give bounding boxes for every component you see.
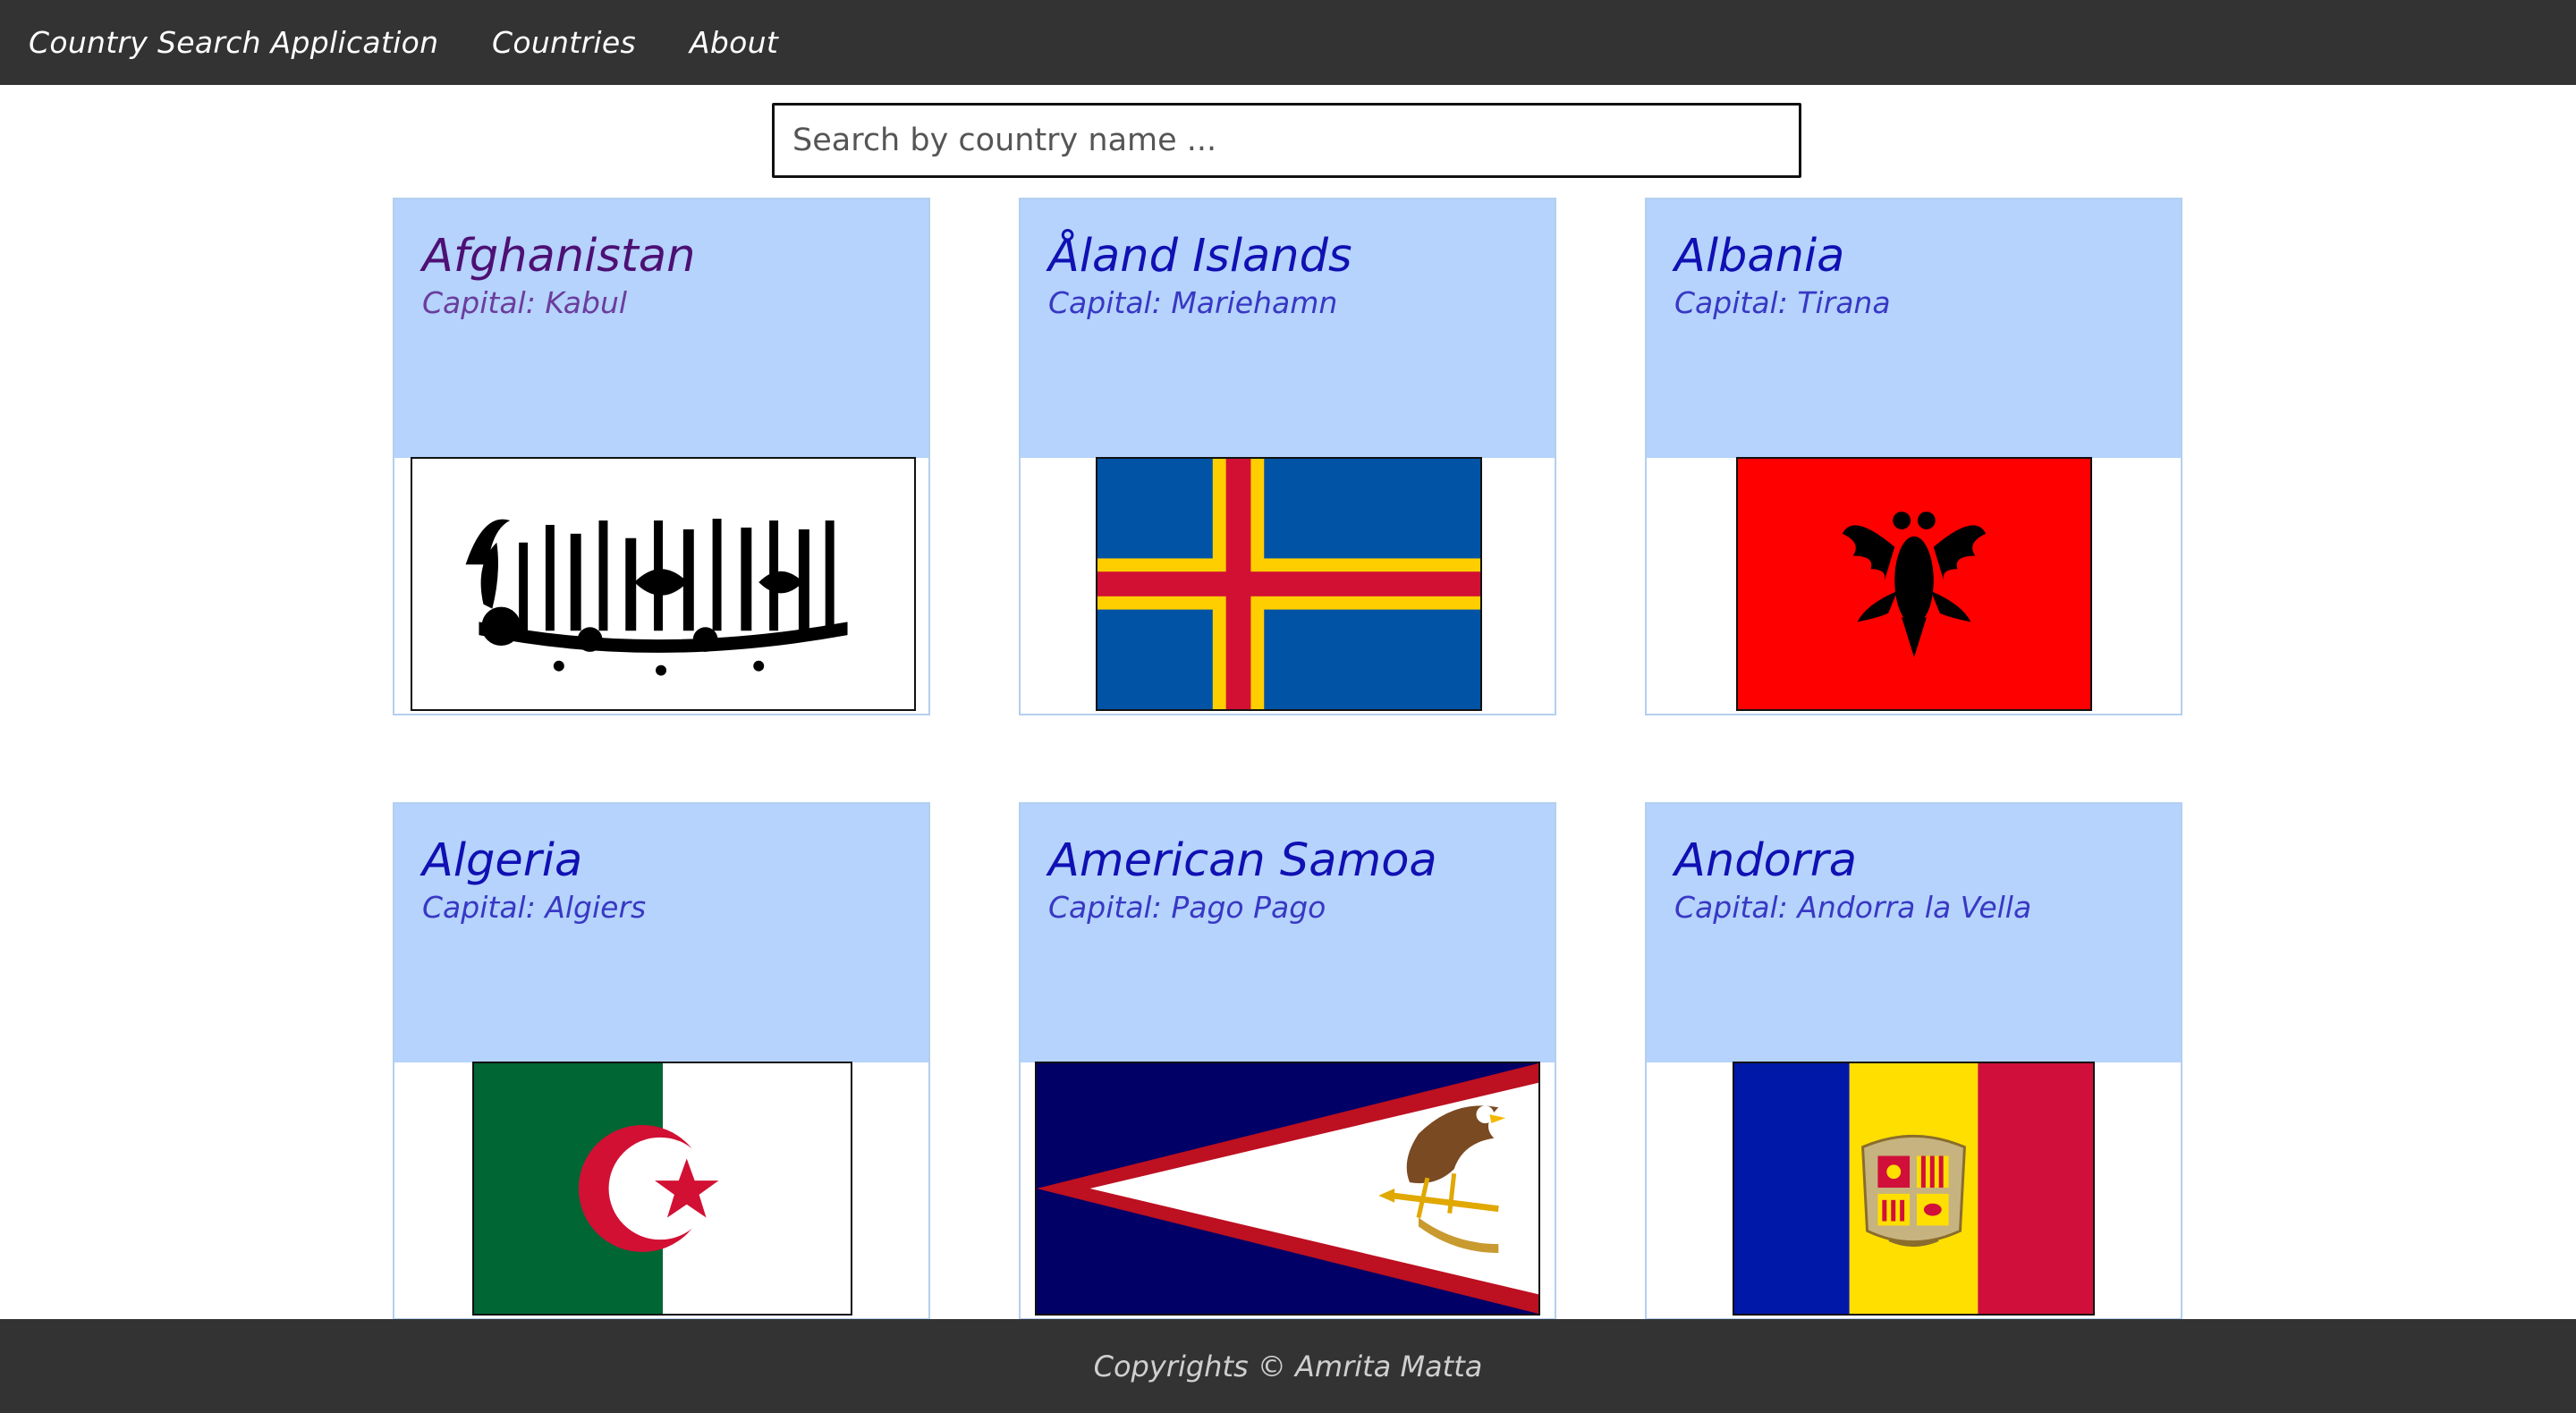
- country-capital: Capital: Tirana: [1674, 285, 1891, 320]
- country-capital: Capital: Kabul: [422, 285, 628, 320]
- card-header: Afghanistan Capital: Kabul: [394, 199, 928, 458]
- country-capital: Capital: Mariehamn: [1048, 285, 1338, 320]
- country-card-american-samoa[interactable]: American Samoa Capital: Pago Pago: [1019, 802, 1556, 1320]
- card-header: Albania Capital: Tirana: [1647, 199, 2181, 458]
- search-input[interactable]: [772, 103, 1801, 178]
- country-card-andorra[interactable]: Andorra Capital: Andorra la Vella: [1645, 802, 2182, 1320]
- american-samoa-flag-icon: [1035, 1062, 1540, 1316]
- card-header: Åland Islands Capital: Mariehamn: [1021, 199, 1555, 458]
- nav-link-countries[interactable]: Countries: [492, 25, 636, 60]
- card-header: Andorra Capital: Andorra la Vella: [1647, 804, 2181, 1062]
- country-name[interactable]: Afghanistan: [422, 230, 695, 283]
- country-name[interactable]: Algeria: [422, 834, 582, 887]
- albania-flag-icon: [1736, 457, 2092, 711]
- algeria-flag-icon: [472, 1062, 852, 1316]
- country-name[interactable]: Åland Islands: [1048, 230, 1352, 283]
- footer: Copyrights © Amrita Matta: [0, 1319, 2576, 1413]
- country-capital: Capital: Pago Pago: [1048, 890, 1326, 925]
- nav-brand[interactable]: Country Search Application: [29, 25, 438, 60]
- country-name[interactable]: American Samoa: [1048, 834, 1437, 887]
- footer-copyright: Copyrights © Amrita Matta: [1093, 1349, 1483, 1383]
- country-name[interactable]: Andorra: [1674, 834, 1857, 887]
- afghanistan-flag-icon: [411, 457, 916, 711]
- andorra-flag-icon: [1733, 1062, 2095, 1316]
- card-header: American Samoa Capital: Pago Pago: [1021, 804, 1555, 1062]
- country-capital: Capital: Algiers: [422, 890, 647, 925]
- navbar: Country Search Application Countries Abo…: [0, 0, 2576, 85]
- nav-link-about[interactable]: About: [690, 25, 778, 60]
- country-capital: Capital: Andorra la Vella: [1674, 890, 2032, 925]
- country-card-albania[interactable]: Albania Capital: Tirana: [1645, 198, 2182, 715]
- country-card-afghanistan[interactable]: Afghanistan Capital: Kabul: [393, 198, 930, 715]
- country-card-aland-islands[interactable]: Åland Islands Capital: Mariehamn: [1019, 198, 1556, 715]
- card-header: Algeria Capital: Algiers: [394, 804, 928, 1062]
- country-name[interactable]: Albania: [1674, 230, 1844, 283]
- aland-islands-flag-icon: [1096, 457, 1482, 711]
- country-card-algeria[interactable]: Algeria Capital: Algiers: [393, 802, 930, 1320]
